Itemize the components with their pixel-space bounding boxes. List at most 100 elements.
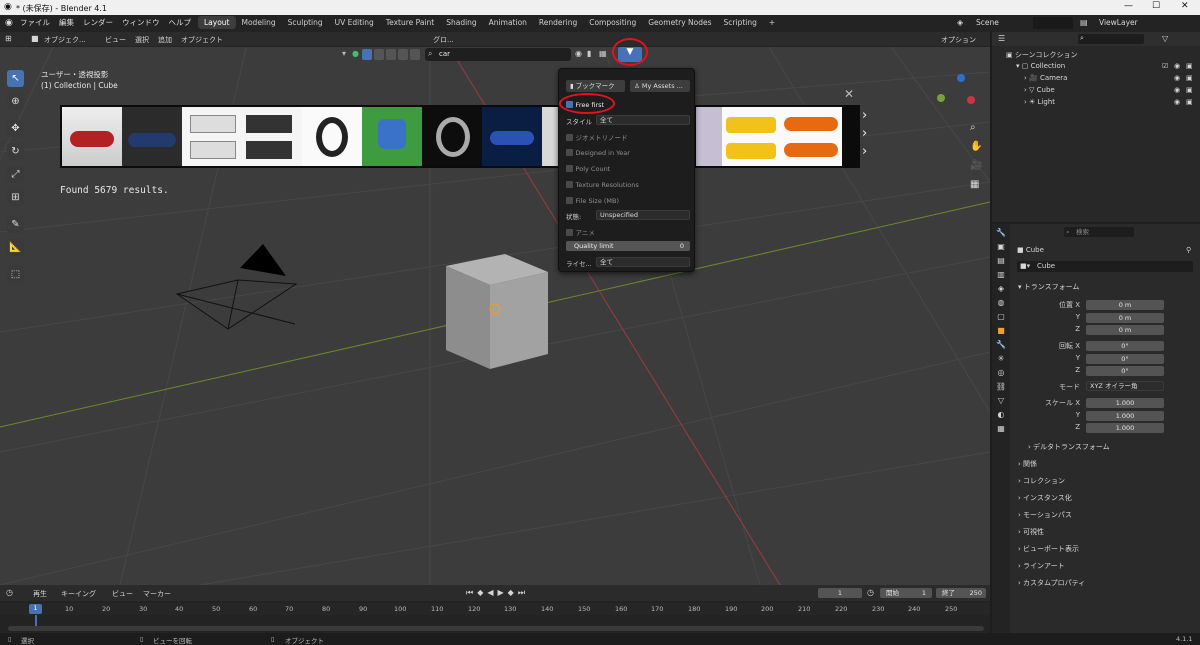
menu-edit[interactable]: 編集 [59,17,74,28]
playhead-frame[interactable]: 1 [29,604,42,614]
orientation-dropdown[interactable]: グロ... [433,35,454,45]
chevron-down-icon[interactable]: ▾ [342,49,346,58]
menu-select[interactable]: 選択 [135,35,149,45]
play-icon[interactable]: ▶ [498,588,504,598]
section-motion-paths[interactable]: › モーションパス [1018,510,1072,520]
end-frame-field[interactable]: 終了 250 [936,588,986,598]
modifier-tab-icon[interactable]: 🔧 [996,340,1006,349]
pan-hand-icon[interactable]: ✋ [970,141,982,152]
tab-scripting[interactable]: Scripting [718,16,763,29]
cube-object[interactable] [446,254,548,369]
material-tab-icon[interactable]: ◐ [998,410,1005,419]
tab-geometry-nodes[interactable]: Geometry Nodes [642,16,717,29]
tab-uv-editing[interactable]: UV Editing [329,16,380,29]
menu-marker[interactable]: マーカー [143,589,171,599]
asset-thumbnail[interactable] [62,107,122,166]
clock-icon[interactable]: ◷ [6,588,13,597]
section-viewport-display[interactable]: › ビューポート表示 [1018,544,1079,554]
location-x-field[interactable]: 0 m [1086,300,1164,310]
rotation-y-field[interactable]: 0° [1086,354,1164,364]
stopwatch-icon[interactable]: ◷ [867,588,874,597]
measure-tool-icon[interactable]: 📐 [7,239,24,256]
location-y-field[interactable]: 0 m [1086,313,1164,323]
outliner-row-light[interactable]: › ☀ Light ◉ ▣ [1024,98,1200,106]
scene-tab-icon[interactable]: ◈ [998,284,1004,293]
menu-playback[interactable]: 再生 [33,589,47,599]
quality-limit-slider[interactable]: Quality limit 0 [566,241,690,251]
world-tab-icon[interactable]: ◍ [998,298,1005,307]
render-tab-icon[interactable]: ▣ [997,242,1005,251]
tab-modeling[interactable]: Modeling [236,16,282,29]
play-reverse-icon[interactable]: ◀ [487,588,493,598]
prev-keyframe-icon[interactable]: ◆ [477,588,483,598]
object-name-field[interactable]: ■▾ Cube [1017,261,1193,272]
menu-keying[interactable]: キーイング [61,589,96,599]
condition-dropdown[interactable]: Unspecified [596,210,690,220]
jump-end-icon[interactable]: ⏭ [518,588,525,598]
rotation-x-field[interactable]: 0° [1086,341,1164,351]
eye-icon[interactable]: ◉ [1174,86,1180,94]
style-dropdown[interactable]: 全て [596,115,690,125]
view-layer-selector[interactable]: ViewLayer [1099,18,1138,27]
scale-z-field[interactable]: 1.000 [1086,423,1164,433]
camera-render-icon[interactable]: ▣ [1186,86,1193,94]
scene-filter-icon[interactable] [398,49,408,60]
start-frame-field[interactable]: 開始 1 [880,588,932,598]
blender-menu-icon[interactable]: ◉ [5,18,13,28]
add-cube-tool-icon[interactable]: ⬚ [7,266,24,283]
geometry-nodes-checkbox[interactable]: ジオメトリノード [566,132,628,142]
zoom-icon[interactable]: ⌕ [970,122,982,133]
scene-name-field[interactable] [1033,17,1073,29]
section-collections[interactable]: › コレクション [1018,476,1065,486]
tab-layout[interactable]: Layout [198,16,236,29]
section-instancing[interactable]: › インスタンス化 [1018,493,1072,503]
asset-thumbnail[interactable] [422,107,482,166]
bookmark-button[interactable]: ▮ ブックマーク [566,80,625,92]
anime-checkbox[interactable]: アニメ [566,227,595,237]
eye-icon[interactable]: ◉ [1174,74,1180,82]
eye-icon[interactable]: ◉ [575,49,582,58]
location-z-field[interactable]: 0 m [1086,325,1164,335]
transform-tool-icon[interactable]: ⊞ [7,189,24,206]
navigation-gizmo[interactable] [935,72,979,116]
section-line-art[interactable]: › ラインアート [1018,561,1065,571]
asset-thumbnail[interactable] [696,107,722,166]
hdri-filter-icon[interactable] [386,49,396,60]
tab-animation[interactable]: Animation [483,16,533,29]
asset-type-icon[interactable]: ● [352,49,359,58]
move-tool-icon[interactable]: ✥ [7,120,24,137]
camera-render-icon[interactable]: ▣ [1186,74,1193,82]
asset-thumbnail[interactable] [182,107,302,166]
jump-start-icon[interactable]: ⏮ [466,588,473,598]
next-page-icon[interactable]: › [862,144,867,159]
rotate-tool-icon[interactable]: ↻ [7,143,24,160]
x-axis-icon[interactable] [967,96,975,104]
my-assets-button[interactable]: ♙ My Assets ... [630,80,690,92]
z-axis-icon[interactable] [957,74,965,82]
texture-res-checkbox[interactable]: Texture Resolutions [566,180,639,189]
bookmark-icon[interactable]: ▮ [587,49,591,58]
poly-count-checkbox[interactable]: Poly Count [566,164,610,173]
menu-view[interactable]: ビュー [105,35,126,45]
menu-render[interactable]: レンダー [83,17,113,28]
properties-search-input[interactable]: ⌕ 検索 [1064,227,1134,237]
section-relations[interactable]: › 関係 [1018,459,1037,469]
tab-shading[interactable]: Shading [440,16,482,29]
tool-tab-icon[interactable]: 🔧 [996,228,1006,237]
scene-selector[interactable]: Scene [976,18,999,27]
texture-tab-icon[interactable]: ▦ [997,424,1005,433]
asset-thumbnail[interactable] [122,107,182,166]
asset-thumbnail[interactable] [482,107,542,166]
material-filter-icon[interactable] [374,49,384,60]
rotation-z-field[interactable]: 0° [1086,366,1164,376]
brush-filter-icon[interactable] [410,49,420,60]
section-custom-properties[interactable]: › カスタムプロパティ [1018,578,1085,588]
outliner-search-input[interactable]: ⌕ [1078,34,1144,44]
file-size-checkbox[interactable]: File Size (MB) [566,196,619,205]
collection-tab-icon[interactable]: ▢ [997,312,1005,321]
maximize-icon[interactable]: ☐ [1152,1,1160,11]
camera-render-icon[interactable]: ▣ [1186,62,1193,70]
scale-y-field[interactable]: 1.000 [1086,411,1164,421]
eye-icon[interactable]: ◉ [1174,98,1180,106]
options-dropdown[interactable]: オプション [941,35,976,45]
